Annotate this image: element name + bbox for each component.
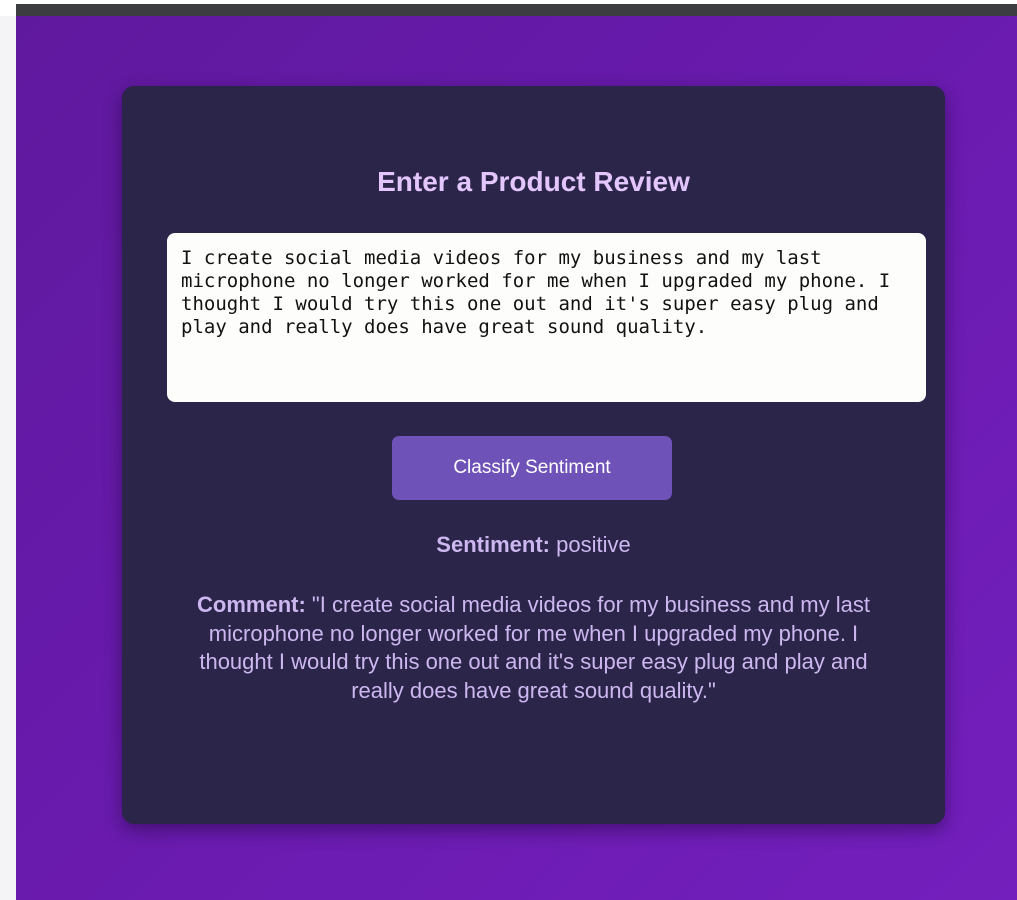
sentiment-value: positive <box>556 532 631 557</box>
browser-toolbar-strip <box>16 4 1017 16</box>
classify-sentiment-button[interactable]: Classify Sentiment <box>392 436 672 500</box>
browser-top-edge <box>0 0 1017 16</box>
page-title: Enter a Product Review <box>377 166 690 197</box>
review-textarea[interactable] <box>167 233 926 402</box>
comment-label: Comment: <box>197 592 306 617</box>
sentiment-result: Sentiment: positive <box>122 532 945 558</box>
sentiment-label: Sentiment: <box>436 532 550 557</box>
comment-result: Comment: "I create social media videos f… <box>172 591 895 705</box>
window-left-margin <box>0 0 16 900</box>
page-viewport: Enter a Product Review Classify Sentimen… <box>16 16 1017 900</box>
review-card: Enter a Product Review Classify Sentimen… <box>122 86 945 824</box>
